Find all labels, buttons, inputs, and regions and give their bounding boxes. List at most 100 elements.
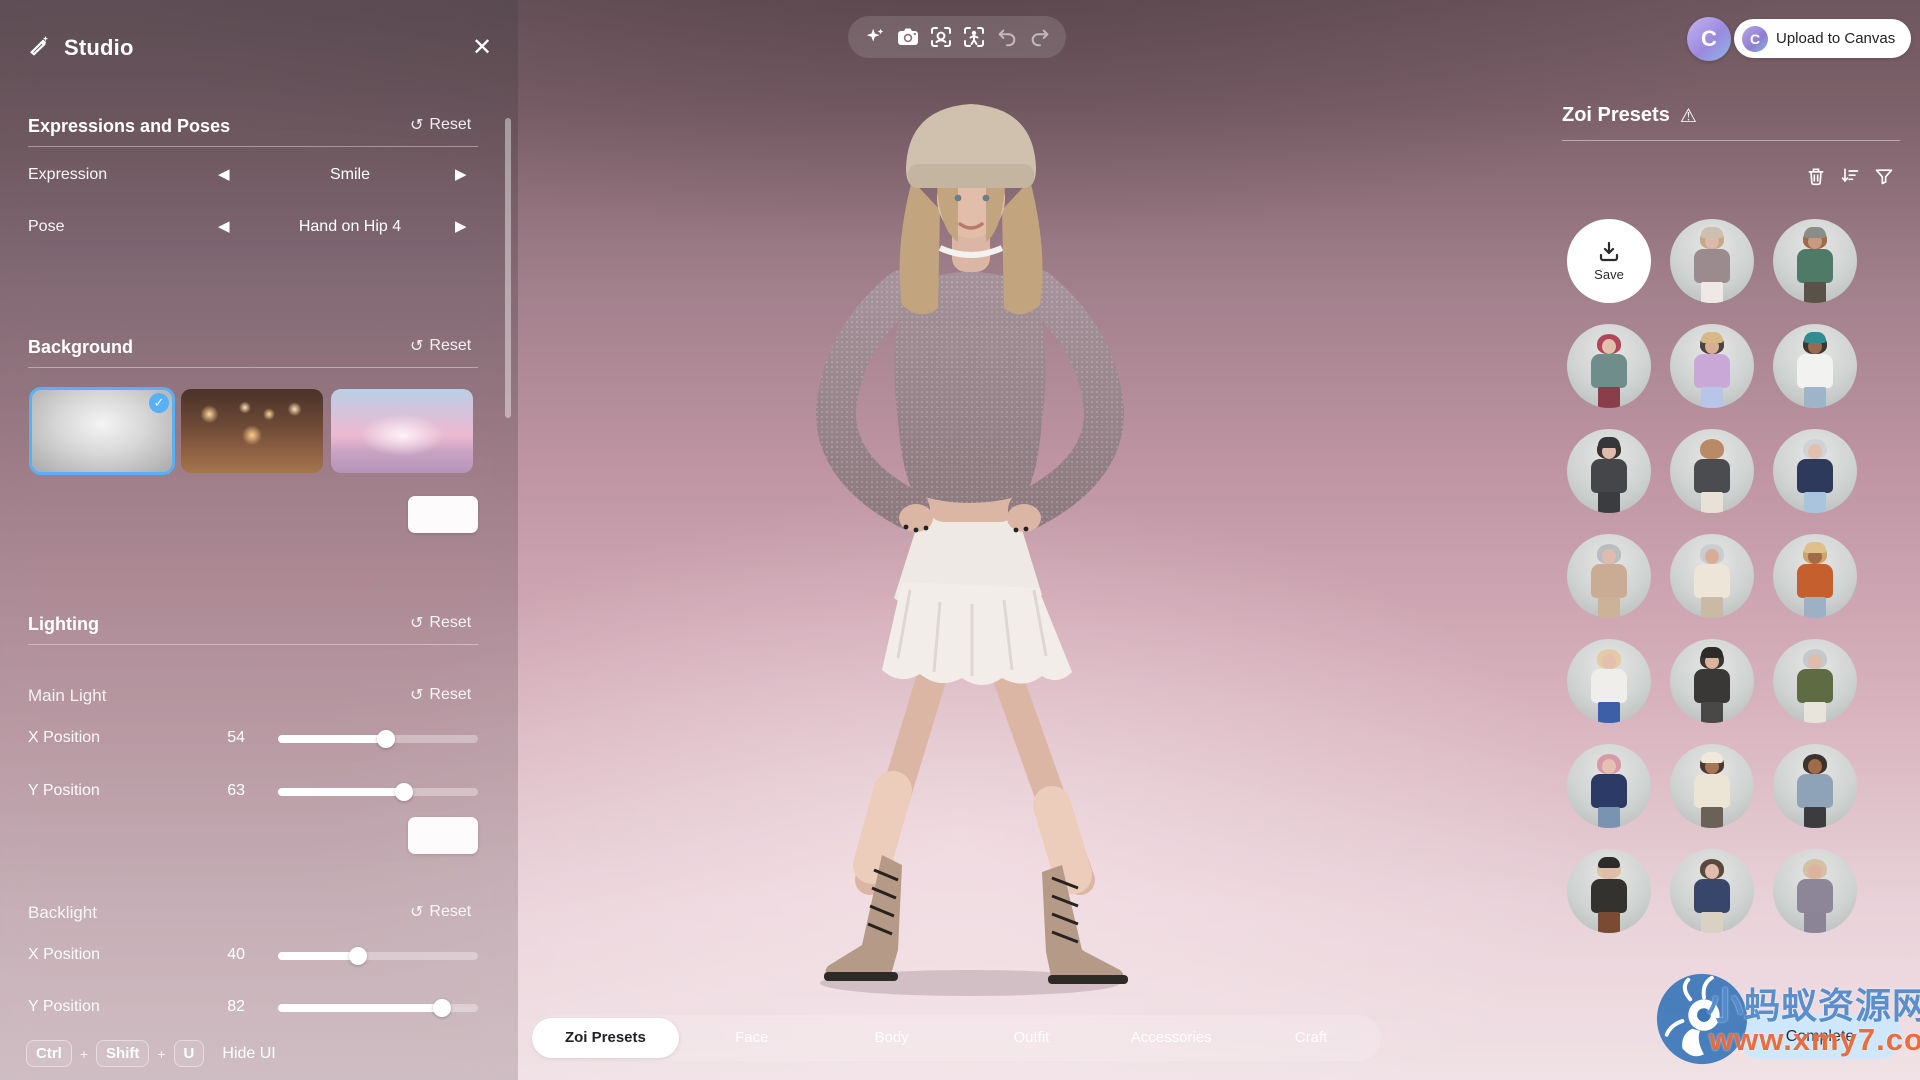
tab-accessories[interactable]: Accessories <box>1101 1018 1241 1058</box>
divider <box>28 146 478 147</box>
preset-avatar-navy-cream-cardigan[interactable] <box>1670 534 1754 618</box>
close-icon[interactable]: ✕ <box>466 32 498 64</box>
preset-avatar-beige-dress[interactable] <box>1567 534 1651 618</box>
avatar-hat <box>1598 437 1620 448</box>
selected-check-icon: ✓ <box>149 393 169 413</box>
reset-icon: ↺ <box>410 613 424 632</box>
slider-value: 82 <box>227 998 245 1015</box>
character-model[interactable] <box>790 90 1160 1005</box>
lighting-reset-button[interactable]: ↺ Reset <box>410 614 471 632</box>
preset-avatar-black-beret-coat[interactable] <box>1670 639 1754 723</box>
camera-icon[interactable] <box>895 24 921 50</box>
slider-track[interactable] <box>278 730 478 748</box>
save-preset-button[interactable]: Save <box>1567 219 1651 303</box>
tab-face[interactable]: Face <box>682 1018 822 1058</box>
avatar-top <box>1591 459 1627 493</box>
avatar-hat <box>1804 227 1826 238</box>
avatar-top <box>1797 354 1833 388</box>
tab-zoi-presets[interactable]: Zoi Presets <box>532 1018 679 1058</box>
panel-title: Studio <box>64 34 134 60</box>
save-label: Save <box>1594 267 1624 282</box>
next-arrow-icon[interactable]: ▶ <box>455 217 467 235</box>
preset-avatar-pigtails-navy[interactable] <box>1773 429 1857 513</box>
avatar-top <box>1797 459 1833 493</box>
prev-arrow-icon[interactable]: ◀ <box>218 217 230 235</box>
main-light-reset-button[interactable]: ↺ Reset <box>410 686 471 704</box>
avatar-bottom <box>1701 492 1723 513</box>
ai-sparkle-icon[interactable] <box>862 24 888 50</box>
slider-thumb[interactable] <box>349 947 367 965</box>
preset-avatar-cap-green-jacket[interactable] <box>1773 219 1857 303</box>
slider-fill <box>278 788 404 796</box>
preset-avatar-denim-crop-shorts[interactable] <box>1773 744 1857 828</box>
body-capture-icon[interactable] <box>961 24 987 50</box>
preset-avatar-windbreaker-shades[interactable] <box>1773 849 1857 933</box>
viewport-toolbar <box>848 16 1066 58</box>
avatar-head <box>1705 444 1719 459</box>
avatar-head <box>1705 864 1719 879</box>
slider-track[interactable] <box>278 999 478 1017</box>
warning-icon[interactable]: ⚠ <box>1680 105 1697 127</box>
preset-avatar-headphones-cream[interactable] <box>1670 744 1754 828</box>
slider-thumb[interactable] <box>433 999 451 1017</box>
background-reset-button[interactable]: ↺ Reset <box>410 337 471 355</box>
preset-avatar-bomber-sunglasses[interactable] <box>1670 429 1754 513</box>
preset-avatar-pink-hair-varsity[interactable] <box>1567 744 1651 828</box>
backlight-reset-button[interactable]: ↺ Reset <box>410 903 471 921</box>
avatar-top <box>1591 354 1627 388</box>
avatar-hat <box>1804 542 1826 553</box>
prev-arrow-icon[interactable]: ◀ <box>218 165 230 183</box>
face-capture-icon[interactable] <box>928 24 954 50</box>
section-lighting-title: Lighting <box>28 614 99 634</box>
redo-icon[interactable] <box>1027 24 1053 50</box>
preset-avatar-straw-hat-lavender[interactable] <box>1670 324 1754 408</box>
expressions-reset-button[interactable]: ↺ Reset <box>410 116 471 134</box>
main-light-color-swatch[interactable] <box>408 817 478 854</box>
preset-avatar-black-cap-dark-vest[interactable] <box>1567 429 1651 513</box>
avatar-bottom <box>1804 912 1826 933</box>
preset-avatar-orange-shirt-hat[interactable] <box>1773 534 1857 618</box>
next-arrow-icon[interactable]: ▶ <box>455 165 467 183</box>
tab-body[interactable]: Body <box>822 1018 962 1058</box>
preset-avatar-beanie-knit-skirt[interactable] <box>1670 219 1754 303</box>
hide-ui-shortcut[interactable]: Ctrl + Shift + U Hide UI <box>26 1040 276 1067</box>
tab-craft[interactable]: Craft <box>1241 1018 1381 1058</box>
slider-thumb[interactable] <box>377 730 395 748</box>
background-color-swatch[interactable] <box>408 496 478 533</box>
key-shift: Shift <box>96 1040 150 1067</box>
avatar-figure <box>1773 219 1857 303</box>
preset-avatar-red-hair-hoodie[interactable] <box>1567 324 1651 408</box>
avatar-head <box>1602 654 1616 669</box>
avatar-bottom <box>1701 702 1723 723</box>
avatar-figure <box>1773 324 1857 408</box>
slider-thumb[interactable] <box>395 783 413 801</box>
slider-track[interactable] <box>278 947 478 965</box>
preset-avatar-green-military[interactable] <box>1773 639 1857 723</box>
avatar-figure <box>1670 324 1754 408</box>
slider-track[interactable] <box>278 783 478 801</box>
background-thumb-bedroom-scene[interactable] <box>181 389 323 473</box>
avatar-hat <box>1804 332 1826 343</box>
option-value: Hand on Hip 4 <box>298 218 402 235</box>
avatar-top <box>1591 669 1627 703</box>
background-thumb-pink-sky[interactable] <box>331 389 473 473</box>
option-label: Expression <box>28 166 108 183</box>
preset-avatar-white-jacket-blue[interactable] <box>1567 639 1651 723</box>
option-row-expression: Expression ◀ Smile ▶ <box>0 164 518 190</box>
background-thumb-studio-backdrop[interactable]: ✓ <box>29 387 175 475</box>
preset-avatar-navy-blazer-bob[interactable] <box>1670 849 1754 933</box>
divider <box>1562 140 1900 141</box>
preset-avatar-cap-leather-pants[interactable] <box>1567 849 1651 933</box>
preset-avatar-teal-cap-white-tee[interactable] <box>1773 324 1857 408</box>
tab-outfit[interactable]: Outfit <box>961 1018 1101 1058</box>
avatar-figure <box>1567 849 1651 933</box>
avatar-bottom <box>1701 597 1723 618</box>
panel-scrollbar[interactable] <box>505 118 511 418</box>
delete-icon[interactable] <box>1805 165 1827 187</box>
complete-button[interactable]: Complete <box>1738 1014 1902 1059</box>
sort-icon[interactable] <box>1839 165 1861 187</box>
filter-icon[interactable] <box>1873 165 1895 187</box>
avatar-hat <box>1701 647 1723 658</box>
avatar-hat <box>1701 752 1723 763</box>
undo-icon[interactable] <box>994 24 1020 50</box>
